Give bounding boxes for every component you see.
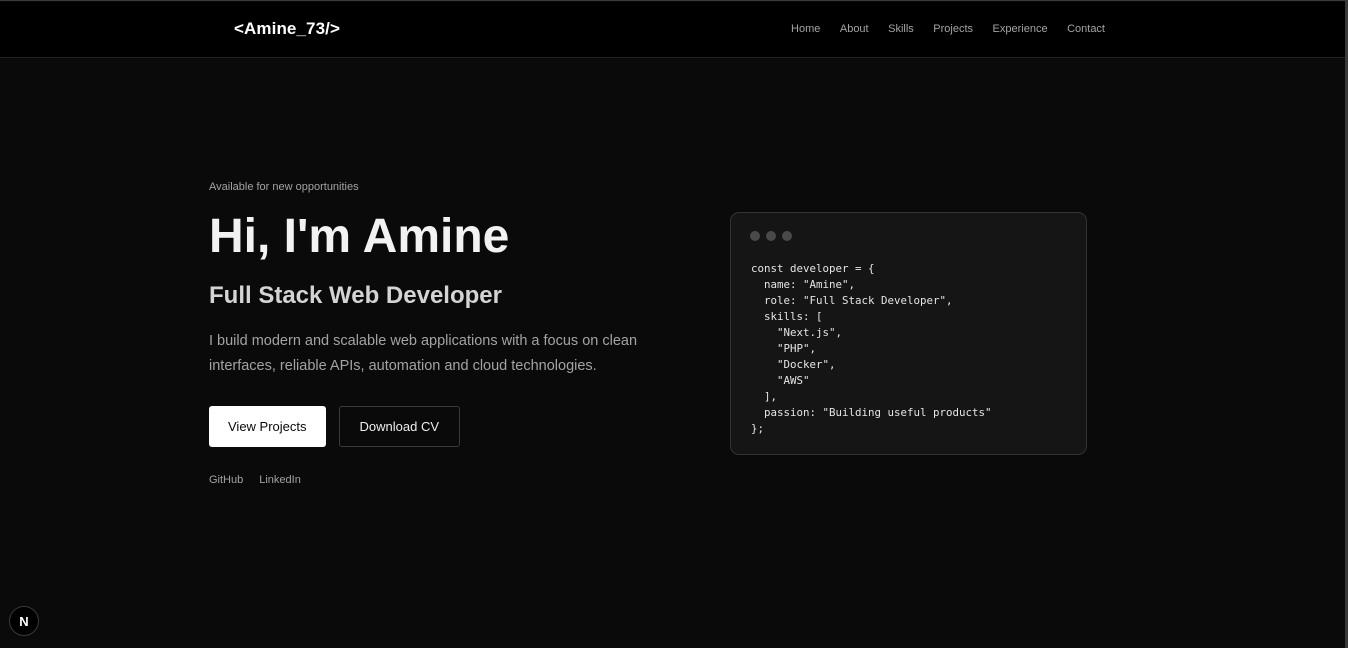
site-header: <Amine_73/> Home About Skills Projects E… xyxy=(0,2,1345,58)
window-dot-icon xyxy=(750,231,760,241)
nav-skills[interactable]: Skills xyxy=(888,23,914,35)
hero-subtitle: Full Stack Web Developer xyxy=(209,282,502,309)
availability-badge: Available for new opportunities xyxy=(209,181,359,193)
hero-title: Hi, I'm Amine xyxy=(209,210,510,263)
nav-about[interactable]: About xyxy=(840,23,869,35)
main-nav: Home About Skills Projects Experience Co… xyxy=(791,23,1105,35)
code-window: const developer = { name: "Amine", role:… xyxy=(730,212,1087,455)
code-snippet: const developer = { name: "Amine", role:… xyxy=(751,262,992,435)
social-links: GitHub LinkedIn xyxy=(209,474,679,486)
window-controls xyxy=(750,231,792,241)
hero-section: Available for new opportunities Hi, I'm … xyxy=(209,181,679,486)
nav-home[interactable]: Home xyxy=(791,23,820,35)
page: <Amine_73/> Home About Skills Projects E… xyxy=(0,0,1348,648)
nextjs-dev-indicator-icon[interactable]: N xyxy=(9,606,39,636)
window-dot-icon xyxy=(782,231,792,241)
hero-buttons: View Projects Download CV xyxy=(209,406,679,447)
site-logo[interactable]: <Amine_73/> xyxy=(234,19,340,39)
view-projects-button[interactable]: View Projects xyxy=(209,406,326,447)
nav-contact[interactable]: Contact xyxy=(1067,23,1105,35)
hero-description: I build modern and scalable web applicat… xyxy=(209,333,638,374)
download-cv-button[interactable]: Download CV xyxy=(338,406,461,447)
nav-projects[interactable]: Projects xyxy=(933,23,973,35)
window-dot-icon xyxy=(766,231,776,241)
github-link[interactable]: GitHub xyxy=(209,474,243,486)
linkedin-link[interactable]: LinkedIn xyxy=(259,474,301,486)
nav-experience[interactable]: Experience xyxy=(993,23,1048,35)
